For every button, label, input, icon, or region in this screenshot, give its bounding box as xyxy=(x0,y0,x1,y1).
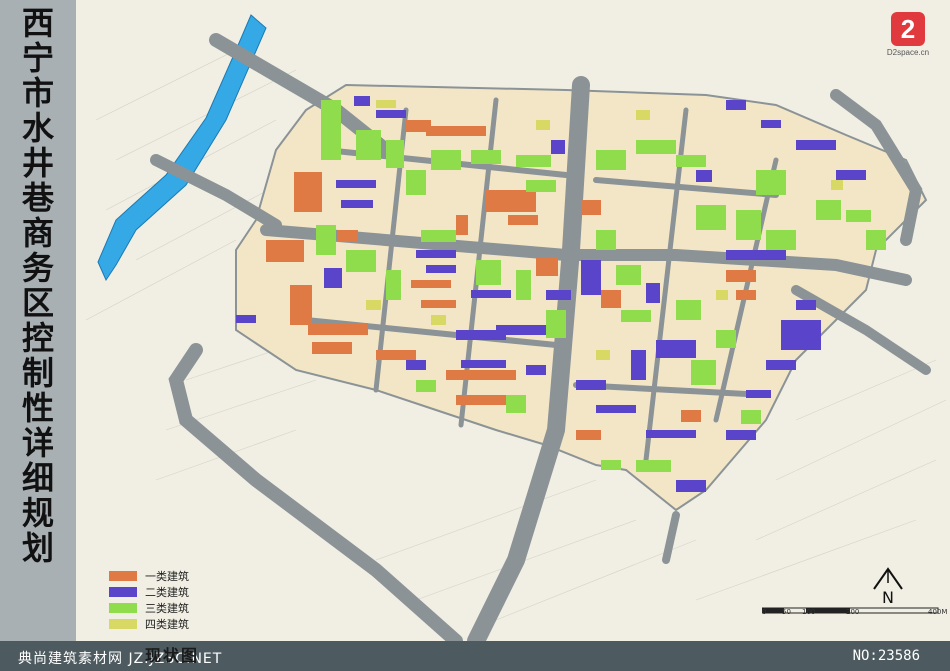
legend-label: 四类建筑 xyxy=(145,618,189,631)
site-logo: 2 D2space.cn xyxy=(878,12,938,57)
scale-bar: 0 50 100 200 400M xyxy=(761,600,947,622)
legend-label: 二类建筑 xyxy=(145,586,189,599)
title-char: 详 xyxy=(21,424,54,462)
legend-label: 三类建筑 xyxy=(145,602,189,615)
vertical-title: 西宁市水井巷商务区控制性详细规划 xyxy=(6,6,70,566)
legend-swatch xyxy=(109,571,137,581)
title-char: 区 xyxy=(21,284,54,322)
title-char: 控 xyxy=(21,319,54,357)
title-char: 划 xyxy=(21,529,54,567)
title-char: 水 xyxy=(21,109,54,147)
scale-tick-label: 400M xyxy=(928,608,948,616)
legend-item: 三类建筑 xyxy=(109,600,229,616)
title-char: 井 xyxy=(21,144,54,182)
map-area[interactable]: 2 D2space.cn xyxy=(76,0,950,641)
logo-site-text: D2space.cn xyxy=(886,48,930,57)
scale-tick-label: 50 xyxy=(782,608,791,616)
title-char: 宁 xyxy=(21,39,54,77)
title-char: 制 xyxy=(21,354,54,392)
scale-tick-label: 200 xyxy=(846,608,860,616)
legend-swatch xyxy=(109,603,137,613)
title-char: 规 xyxy=(21,494,54,532)
map-canvas xyxy=(85,14,947,641)
title-char: 细 xyxy=(21,459,54,497)
title-char: 西 xyxy=(21,4,54,42)
legend-item: 一类建筑 xyxy=(109,568,229,584)
title-char: 巷 xyxy=(21,179,54,217)
legend-swatch xyxy=(109,587,137,597)
logo-mark-icon: 2 xyxy=(891,12,925,46)
legend-label: 一类建筑 xyxy=(145,570,189,583)
footer-id-number: NO:23586 xyxy=(852,648,920,664)
title-sidebar: 西宁市水井巷商务区控制性详细规划 xyxy=(0,0,76,671)
map-title: 现状图 xyxy=(145,646,200,665)
legend-swatch xyxy=(109,619,137,629)
scale-tick-label: 100 xyxy=(802,608,816,616)
legend-item: 四类建筑 xyxy=(109,616,229,632)
title-char: 性 xyxy=(21,389,54,427)
road-south xyxy=(662,511,680,564)
title-char: 务 xyxy=(21,249,54,287)
title-char: 商 xyxy=(21,214,54,252)
title-char: 市 xyxy=(21,74,54,112)
scale-tick-label: 0 xyxy=(762,608,767,616)
map-legend: 一类建筑二类建筑三类建筑四类建筑 xyxy=(109,568,229,632)
legend-item: 二类建筑 xyxy=(109,584,229,600)
